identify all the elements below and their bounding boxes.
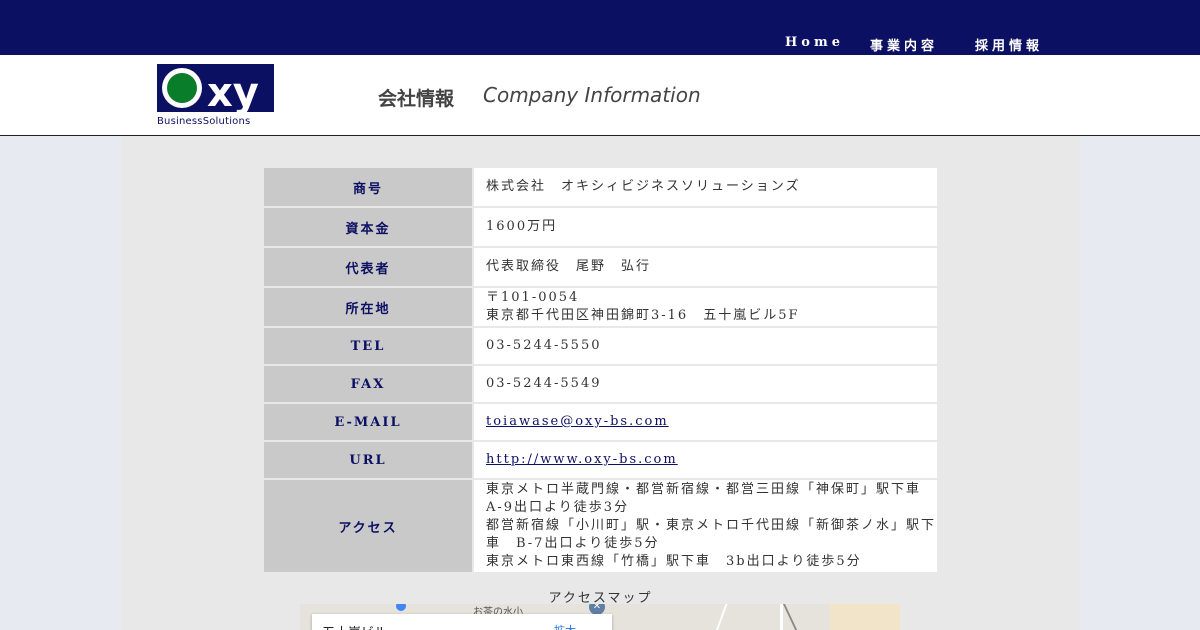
access-line: 東京メトロ半蔵門線・都営新宿線・都営三田線「神保町」駅下車 (486, 482, 922, 497)
row-label: TEL (264, 328, 472, 364)
row-value: 03-5244-5549 (472, 366, 937, 402)
row-label: E-MAIL (264, 404, 472, 440)
company-info-table: 商号 株式会社 オキシィビジネスソリューションズ 資本金 1600万円 代表者 … (264, 166, 937, 574)
table-row: 所在地 〒101-0054 東京都千代田区神田錦町3-16 五十嵐ビル5F (264, 288, 937, 326)
page-header: xy BusinessSolutions 会社情報 Company Inform… (0, 55, 1200, 136)
street-address: 東京都千代田区神田錦町3-16 五十嵐ビル5F (486, 308, 800, 323)
row-value: 東京メトロ半蔵門線・都営新宿線・都営三田線「神保町」駅下車 A-9出口より徒歩3… (472, 480, 937, 572)
access-line: A-9出口より徒歩3分 (486, 500, 630, 515)
row-label: 代表者 (264, 248, 472, 286)
table-row: 資本金 1600万円 (264, 208, 937, 246)
table-row: FAX 03-5244-5549 (264, 366, 937, 402)
page-title-japanese: 会社情報 (378, 88, 455, 110)
nav-business-link[interactable]: 事業内容 (870, 35, 938, 54)
map-pin-icon[interactable] (396, 604, 406, 611)
row-value: http://www.oxy-bs.com (472, 442, 937, 478)
row-value: 株式会社 オキシィビジネスソリューションズ (472, 168, 937, 206)
map-enlarge-link[interactable]: 拡大 (554, 622, 576, 630)
page-title-english: Company Information (483, 83, 701, 107)
row-value: 〒101-0054 東京都千代田区神田錦町3-16 五十嵐ビル5F (472, 288, 937, 326)
row-value: 03-5244-5550 (472, 328, 937, 364)
email-link[interactable]: toiawase@oxy-bs.com (486, 414, 669, 429)
access-map[interactable]: お茶の水小 ✕ 五十嵐ビル 拡大 (300, 604, 900, 630)
row-label: URL (264, 442, 472, 478)
logo-subtitle: BusinessSolutions (157, 116, 251, 127)
row-label: アクセス (264, 480, 472, 572)
map-block (830, 604, 900, 630)
row-label: 商号 (264, 168, 472, 206)
map-road (714, 604, 728, 630)
table-row: 商号 株式会社 オキシィビジネスソリューションズ (264, 168, 937, 206)
nav-recruit-link[interactable]: 採用情報 (975, 35, 1043, 54)
row-value: toiawase@oxy-bs.com (472, 404, 937, 440)
main-content: 商号 株式会社 オキシィビジネスソリューションズ 資本金 1600万円 代表者 … (121, 136, 1080, 630)
map-railway (783, 604, 799, 630)
table-row: E-MAIL toiawase@oxy-bs.com (264, 404, 937, 440)
oxy-logo[interactable]: xy BusinessSolutions (157, 62, 277, 130)
table-row: URL http://www.oxy-bs.com (264, 442, 937, 478)
table-row: TEL 03-5244-5550 (264, 328, 937, 364)
table-row: 代表者 代表取締役 尾野 弘行 (264, 248, 937, 286)
access-line: 都営新宿線「小川町」駅・東京メトロ千代田線「新御茶ノ水」駅下 (486, 518, 937, 533)
website-link[interactable]: http://www.oxy-bs.com (486, 452, 678, 467)
svg-text:xy: xy (207, 70, 259, 116)
map-info-card[interactable]: 五十嵐ビル 拡大 (312, 614, 612, 630)
row-label: 所在地 (264, 288, 472, 326)
row-value: 1600万円 (472, 208, 937, 246)
oxy-logo-mark: xy (157, 64, 274, 116)
nav-home-link[interactable]: Home (785, 35, 844, 50)
top-nav-bar: Home 事業内容 採用情報 (0, 0, 1200, 55)
access-line: 東京メトロ東西線「竹橋」駅下車 3b出口より徒歩5分 (486, 554, 862, 569)
map-card-title: 五十嵐ビル (322, 622, 387, 630)
row-label: FAX (264, 366, 472, 402)
postal-code: 〒101-0054 (486, 290, 580, 305)
table-row: アクセス 東京メトロ半蔵門線・都営新宿線・都営三田線「神保町」駅下車 A-9出口… (264, 480, 937, 572)
row-label: 資本金 (264, 208, 472, 246)
row-value: 代表取締役 尾野 弘行 (472, 248, 937, 286)
access-line: 車 B-7出口より徒歩5分 (486, 536, 660, 551)
map-road (780, 604, 783, 630)
